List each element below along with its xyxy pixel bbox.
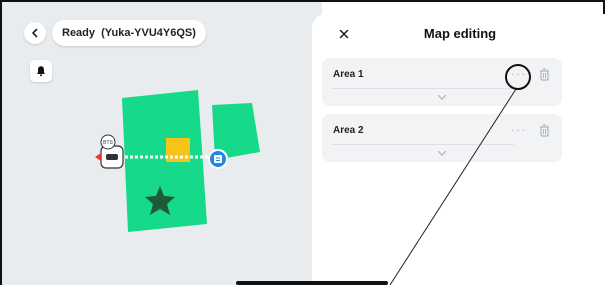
home-indicator [236,281,388,285]
callout-line [389,88,517,285]
